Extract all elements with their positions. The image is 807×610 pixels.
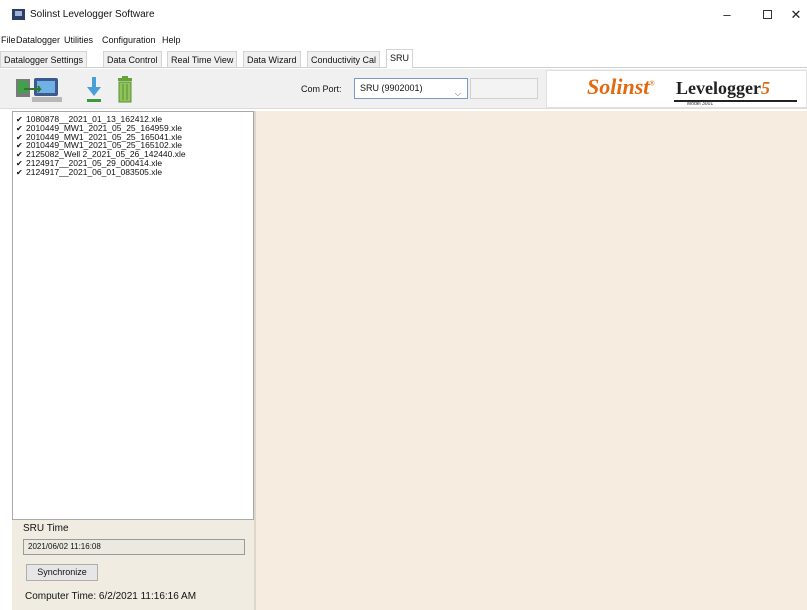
file-name: 2124917__2021_06_01_083505.xle — [26, 166, 163, 177]
trash-icon — [118, 76, 132, 103]
tab-sru[interactable]: SRU — [386, 49, 414, 68]
menu-bar: File Datalogger Utilities Configuration … — [0, 32, 807, 46]
menu-utilities[interactable]: Utilities — [64, 35, 93, 45]
delete-button[interactable] — [116, 75, 134, 105]
levelogger-logo: Levelogger5 — [676, 78, 770, 98]
tab-data-wizard[interactable]: Data Wizard — [243, 51, 301, 67]
sru-time-field: 2021/06/02 11:16:08 — [23, 539, 245, 555]
com-port-select[interactable]: SRU (9902001) ⌵ — [354, 78, 468, 99]
file-list[interactable]: ✔ 1080878__2021_01_13_162412.xle ✔ 2010449… — [12, 111, 254, 520]
close-button[interactable]: ✕ — [778, 4, 807, 26]
list-item[interactable]: ✔ 2124917__2021_06_01_083505.xle — [13, 166, 253, 178]
menu-file[interactable]: File — [1, 35, 16, 45]
toolbar: Com Port: SRU (9902001) ⌵ Solinst® Level… — [0, 69, 807, 109]
tab-bar: Datalogger Settings Data Control Real Ti… — [0, 48, 807, 68]
main-content-area — [256, 111, 807, 610]
solinst-logo: Solinst® — [587, 74, 655, 99]
menu-help[interactable]: Help — [162, 35, 181, 45]
brand-logo-panel: Solinst® Levelogger5 Model 3001 — [546, 70, 807, 108]
computer-time-label: Computer Time: 6/2/2021 11:16:16 AM — [25, 591, 197, 602]
sru-time-panel: SRU Time 2021/06/02 11:16:08 Synchronize… — [12, 520, 256, 610]
app-icon — [12, 9, 25, 20]
download-arrow-icon — [87, 77, 101, 102]
tab-data-control[interactable]: Data Control — [103, 51, 162, 67]
com-port-label: Com Port: — [301, 84, 342, 94]
menu-configuration[interactable]: Configuration — [102, 35, 156, 45]
com-port-value: SRU (9902001) — [360, 83, 423, 93]
chevron-down-icon: ⌵ — [454, 89, 461, 98]
menu-datalogger[interactable]: Datalogger — [16, 35, 60, 45]
sru-time-label: SRU Time — [23, 523, 69, 534]
model-label: Model 3001 — [687, 101, 714, 107]
tab-conductivity-cal[interactable]: Conductivity Cal — [307, 51, 381, 67]
tab-datalogger-settings[interactable]: Datalogger Settings — [0, 51, 88, 67]
title-bar: Solinst Levelogger Software – ✕ — [0, 0, 807, 32]
tab-real-time-view[interactable]: Real Time View — [167, 51, 238, 67]
maximize-icon — [762, 10, 772, 19]
checkbox-checked-icon[interactable]: ✔ — [16, 168, 26, 178]
computer-transfer-icon — [16, 78, 62, 102]
synchronize-button[interactable]: Synchronize — [26, 564, 98, 581]
computer-transfer-button[interactable] — [14, 75, 66, 105]
window-title: Solinst Levelogger Software — [30, 9, 155, 20]
download-button[interactable] — [85, 75, 103, 105]
minimize-button[interactable]: – — [709, 4, 745, 26]
status-field — [470, 78, 538, 99]
